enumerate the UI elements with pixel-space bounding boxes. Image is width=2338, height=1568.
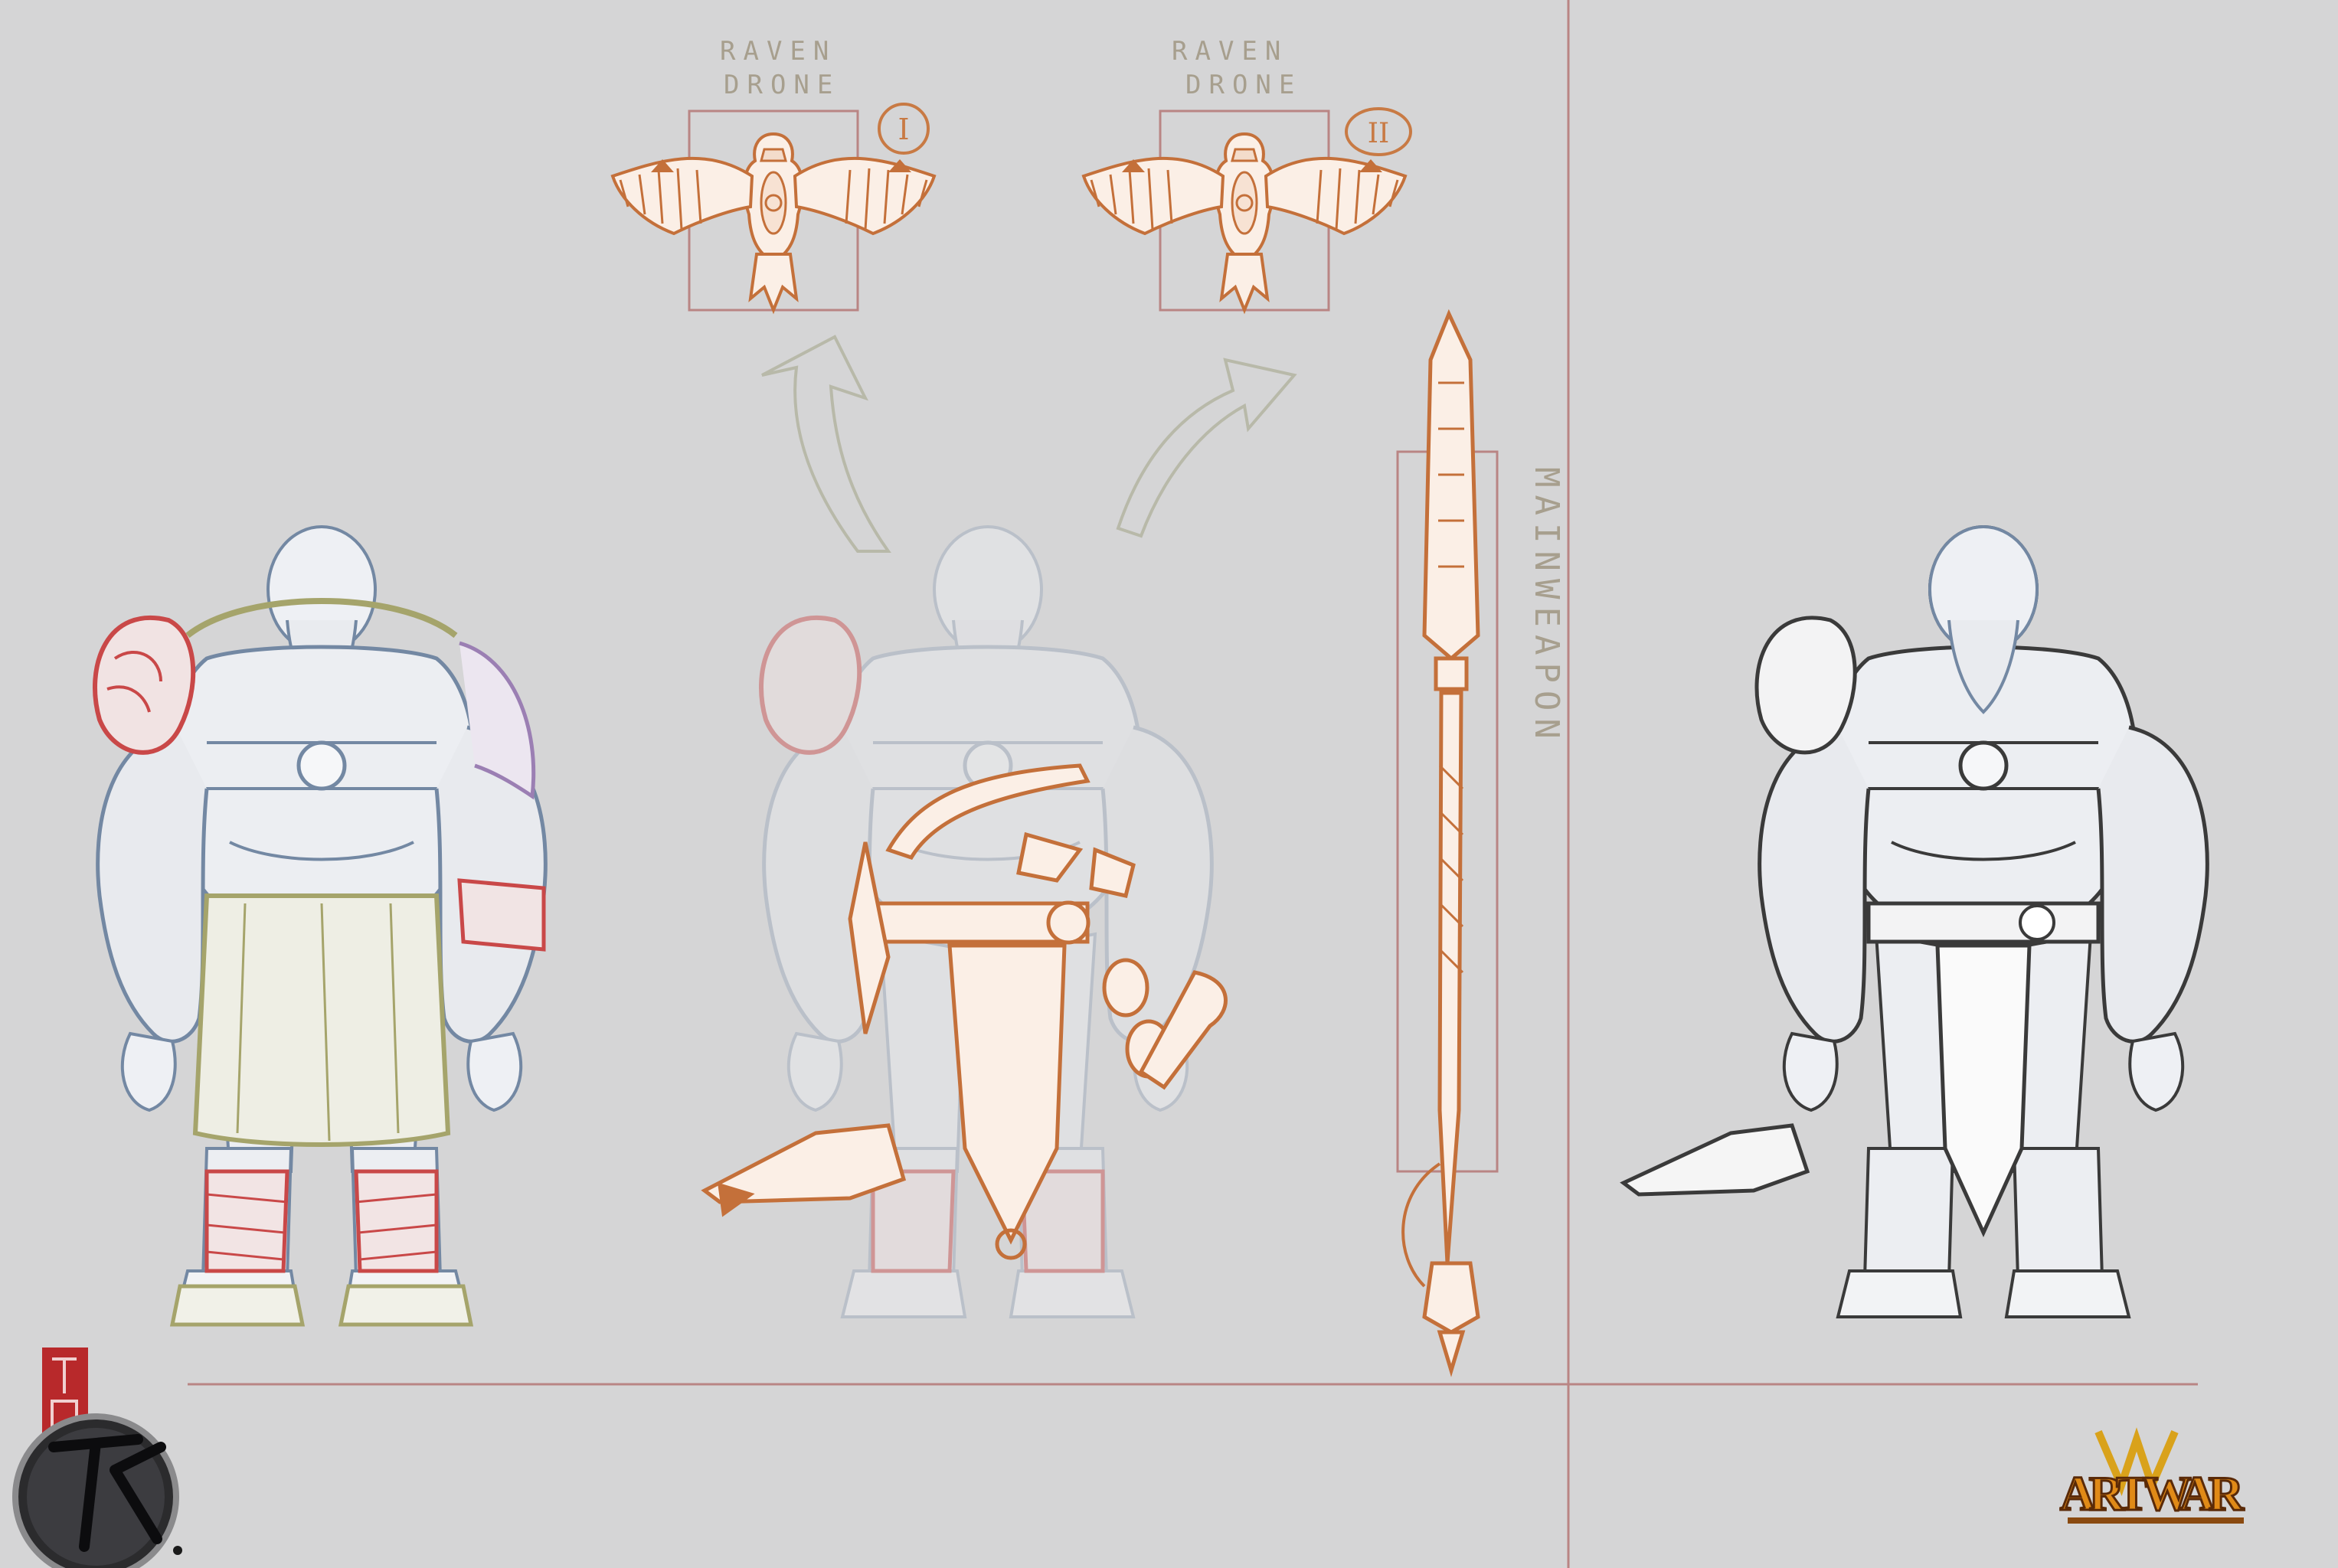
arrow-to-drone-1 (761, 335, 891, 553)
raven-drone-2: RAVEN DRONE II (1082, 36, 1412, 312)
drone-2-label-line2: DRONE (1185, 70, 1302, 100)
drone-2-numeral: II (1368, 118, 1389, 149)
drone-2-label-line1: RAVEN (1172, 36, 1288, 67)
brand-logo-text: ARTWAR (2060, 1466, 2245, 1521)
figure-base-colorcoded (93, 527, 545, 1327)
arrow-to-drone-2 (1116, 358, 1297, 538)
figure-final-lineart (1620, 527, 2207, 1317)
weapon-label: MAINWEAPON (1527, 467, 1566, 746)
concept-sheet: RAVEN DRONE I RAVEN DRONE II MAINWEAPON … (12, 0, 2245, 1568)
drone-2-drawing (1082, 132, 1407, 312)
drone-1-drawing (611, 132, 936, 312)
drone-1-numeral: I (898, 113, 909, 146)
drone-1-label-line2: DRONE (724, 70, 840, 100)
raven-drone-1: RAVEN DRONE I (611, 36, 936, 312)
artist-monogram (12, 1413, 182, 1568)
drone-1-label-line1: RAVEN (720, 36, 836, 67)
figure-gear-overlay (701, 527, 1228, 1317)
main-weapon: MAINWEAPON (1396, 309, 1566, 1377)
brand-logo: ARTWAR (2059, 1427, 2245, 1524)
